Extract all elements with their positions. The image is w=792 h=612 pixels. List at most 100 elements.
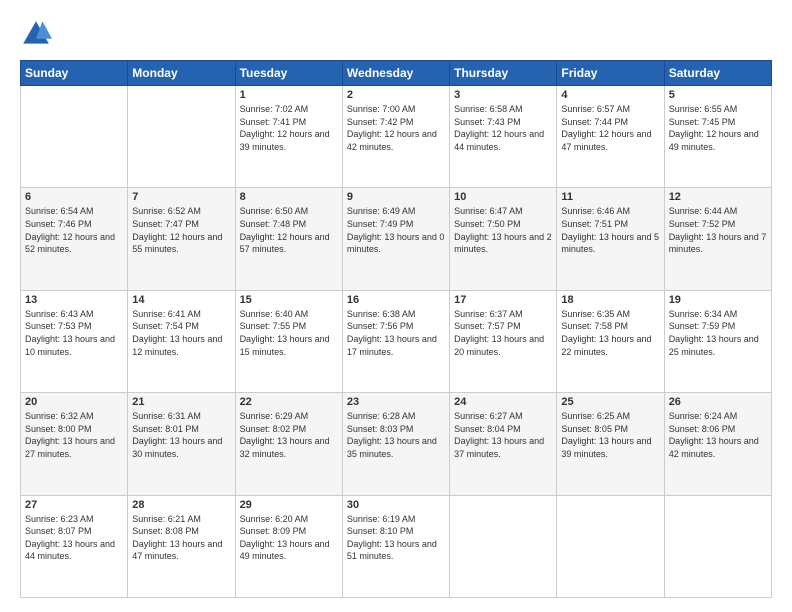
calendar-header-cell: Sunday (21, 61, 128, 86)
day-info: Sunrise: 6:29 AMSunset: 8:02 PMDaylight:… (240, 410, 338, 460)
header (20, 18, 772, 50)
page: SundayMondayTuesdayWednesdayThursdayFrid… (0, 0, 792, 612)
calendar-day-cell: 17Sunrise: 6:37 AMSunset: 7:57 PMDayligh… (450, 290, 557, 392)
day-number: 1 (240, 89, 338, 101)
day-number: 30 (347, 499, 445, 511)
calendar-day-cell (664, 495, 771, 597)
day-number: 26 (669, 396, 767, 408)
calendar-day-cell: 29 Sunrise: 6:20 AMSunset: 8:09 PMDayligh… (235, 495, 342, 597)
calendar-day-cell: 28 Sunrise: 6:21 AMSunset: 8:08 PMDayligh… (128, 495, 235, 597)
day-info: Sunrise: 6:24 AMSunset: 8:06 PMDaylight:… (669, 410, 767, 460)
day-info: Sunrise: 6:34 AMSunset: 7:59 PMDaylight:… (669, 308, 767, 358)
day-number: 14 (132, 294, 230, 306)
day-info: Sunrise: 6:27 AMSunset: 8:04 PMDaylight:… (454, 410, 552, 460)
day-number: 8 (240, 191, 338, 203)
calendar-day-cell: 13Sunrise: 6:43 AMSunset: 7:53 PMDayligh… (21, 290, 128, 392)
day-info: Sunrise: 6:52 AMSunset: 7:47 PMDaylight:… (132, 205, 230, 255)
day-number: 11 (561, 191, 659, 203)
calendar-day-cell: 23 Sunrise: 6:28 AMSunset: 8:03 PMDayligh… (342, 393, 449, 495)
day-number: 28 (132, 499, 230, 511)
day-info: Sunrise: 6:28 AMSunset: 8:03 PMDaylight:… (347, 410, 445, 460)
day-info: Sunrise: 7:02 AMSunset: 7:41 PMDaylight:… (240, 103, 338, 153)
day-number: 3 (454, 89, 552, 101)
calendar-day-cell (128, 86, 235, 188)
calendar-day-cell: 1 Sunrise: 7:02 AMSunset: 7:41 PMDaylight… (235, 86, 342, 188)
day-number: 17 (454, 294, 552, 306)
day-info: Sunrise: 6:49 AMSunset: 7:49 PMDaylight:… (347, 205, 445, 255)
calendar-day-cell: 6 Sunrise: 6:54 AMSunset: 7:46 PMDaylight… (21, 188, 128, 290)
day-info: Sunrise: 6:20 AMSunset: 8:09 PMDaylight:… (240, 513, 338, 563)
calendar-day-cell: 22 Sunrise: 6:29 AMSunset: 8:02 PMDayligh… (235, 393, 342, 495)
day-info: Sunrise: 6:21 AMSunset: 8:08 PMDaylight:… (132, 513, 230, 563)
day-number: 23 (347, 396, 445, 408)
day-number: 9 (347, 191, 445, 203)
calendar-header-cell: Tuesday (235, 61, 342, 86)
day-number: 5 (669, 89, 767, 101)
day-info: Sunrise: 7:00 AMSunset: 7:42 PMDaylight:… (347, 103, 445, 153)
calendar-day-cell: 9 Sunrise: 6:49 AMSunset: 7:49 PMDaylight… (342, 188, 449, 290)
calendar-week-row: 6 Sunrise: 6:54 AMSunset: 7:46 PMDaylight… (21, 188, 772, 290)
calendar-day-cell: 16Sunrise: 6:38 AMSunset: 7:56 PMDayligh… (342, 290, 449, 392)
day-number: 29 (240, 499, 338, 511)
calendar-day-cell: 30 Sunrise: 6:19 AMSunset: 8:10 PMDayligh… (342, 495, 449, 597)
day-number: 13 (25, 294, 123, 306)
day-number: 20 (25, 396, 123, 408)
day-number: 15 (240, 294, 338, 306)
calendar-day-cell: 25 Sunrise: 6:25 AMSunset: 8:05 PMDayligh… (557, 393, 664, 495)
calendar-day-cell: 7 Sunrise: 6:52 AMSunset: 7:47 PMDaylight… (128, 188, 235, 290)
day-info: Sunrise: 6:50 AMSunset: 7:48 PMDaylight:… (240, 205, 338, 255)
day-info: Sunrise: 6:19 AMSunset: 8:10 PMDaylight:… (347, 513, 445, 563)
day-number: 16 (347, 294, 445, 306)
calendar-day-cell: 14 Sunrise: 6:41 AMSunset: 7:54 PMDayligh… (128, 290, 235, 392)
day-info: Sunrise: 6:47 AMSunset: 7:50 PMDaylight:… (454, 205, 552, 255)
day-info: Sunrise: 6:31 AMSunset: 8:01 PMDaylight:… (132, 410, 230, 460)
day-number: 4 (561, 89, 659, 101)
calendar-day-cell: 26 Sunrise: 6:24 AMSunset: 8:06 PMDayligh… (664, 393, 771, 495)
day-number: 21 (132, 396, 230, 408)
day-info: Sunrise: 6:40 AMSunset: 7:55 PMDaylight:… (240, 308, 338, 358)
calendar-day-cell: 21 Sunrise: 6:31 AMSunset: 8:01 PMDayligh… (128, 393, 235, 495)
day-number: 18 (561, 294, 659, 306)
day-number: 10 (454, 191, 552, 203)
calendar-day-cell (21, 86, 128, 188)
day-number: 6 (25, 191, 123, 203)
calendar-day-cell: 8 Sunrise: 6:50 AMSunset: 7:48 PMDaylight… (235, 188, 342, 290)
calendar-day-cell: 5 Sunrise: 6:55 AMSunset: 7:45 PMDaylight… (664, 86, 771, 188)
day-info: Sunrise: 6:32 AMSunset: 8:00 PMDaylight:… (25, 410, 123, 460)
day-info: Sunrise: 6:23 AMSunset: 8:07 PMDaylight:… (25, 513, 123, 563)
calendar-header-cell: Wednesday (342, 61, 449, 86)
calendar-day-cell: 11 Sunrise: 6:46 AMSunset: 7:51 PMDayligh… (557, 188, 664, 290)
calendar-day-cell: 15 Sunrise: 6:40 AMSunset: 7:55 PMDayligh… (235, 290, 342, 392)
calendar-day-cell: 3 Sunrise: 6:58 AMSunset: 7:43 PMDaylight… (450, 86, 557, 188)
day-info: Sunrise: 6:25 AMSunset: 8:05 PMDaylight:… (561, 410, 659, 460)
calendar-day-cell: 20 Sunrise: 6:32 AMSunset: 8:00 PMDayligh… (21, 393, 128, 495)
calendar-day-cell: 10 Sunrise: 6:47 AMSunset: 7:50 PMDayligh… (450, 188, 557, 290)
day-number: 19 (669, 294, 767, 306)
day-info: Sunrise: 6:35 AMSunset: 7:58 PMDaylight:… (561, 308, 659, 358)
calendar-header-cell: Friday (557, 61, 664, 86)
calendar-day-cell: 4 Sunrise: 6:57 AMSunset: 7:44 PMDaylight… (557, 86, 664, 188)
calendar-day-cell: 19 Sunrise: 6:34 AMSunset: 7:59 PMDayligh… (664, 290, 771, 392)
day-number: 25 (561, 396, 659, 408)
day-info: Sunrise: 6:55 AMSunset: 7:45 PMDaylight:… (669, 103, 767, 153)
day-number: 22 (240, 396, 338, 408)
calendar-day-cell: 24Sunrise: 6:27 AMSunset: 8:04 PMDayligh… (450, 393, 557, 495)
calendar-day-cell (557, 495, 664, 597)
calendar-week-row: 27 Sunrise: 6:23 AMSunset: 8:07 PMDayligh… (21, 495, 772, 597)
day-info: Sunrise: 6:57 AMSunset: 7:44 PMDaylight:… (561, 103, 659, 153)
calendar-week-row: 1 Sunrise: 7:02 AMSunset: 7:41 PMDaylight… (21, 86, 772, 188)
calendar-header-cell: Monday (128, 61, 235, 86)
calendar-day-cell: 12Sunrise: 6:44 AMSunset: 7:52 PMDayligh… (664, 188, 771, 290)
day-number: 27 (25, 499, 123, 511)
day-info: Sunrise: 6:54 AMSunset: 7:46 PMDaylight:… (25, 205, 123, 255)
day-info: Sunrise: 6:41 AMSunset: 7:54 PMDaylight:… (132, 308, 230, 358)
logo (20, 18, 56, 50)
calendar-week-row: 20 Sunrise: 6:32 AMSunset: 8:00 PMDayligh… (21, 393, 772, 495)
day-number: 7 (132, 191, 230, 203)
calendar-header-cell: Thursday (450, 61, 557, 86)
day-info: Sunrise: 6:46 AMSunset: 7:51 PMDaylight:… (561, 205, 659, 255)
day-number: 12 (669, 191, 767, 203)
day-number: 2 (347, 89, 445, 101)
day-info: Sunrise: 6:58 AMSunset: 7:43 PMDaylight:… (454, 103, 552, 153)
calendar-day-cell: 2 Sunrise: 7:00 AMSunset: 7:42 PMDaylight… (342, 86, 449, 188)
